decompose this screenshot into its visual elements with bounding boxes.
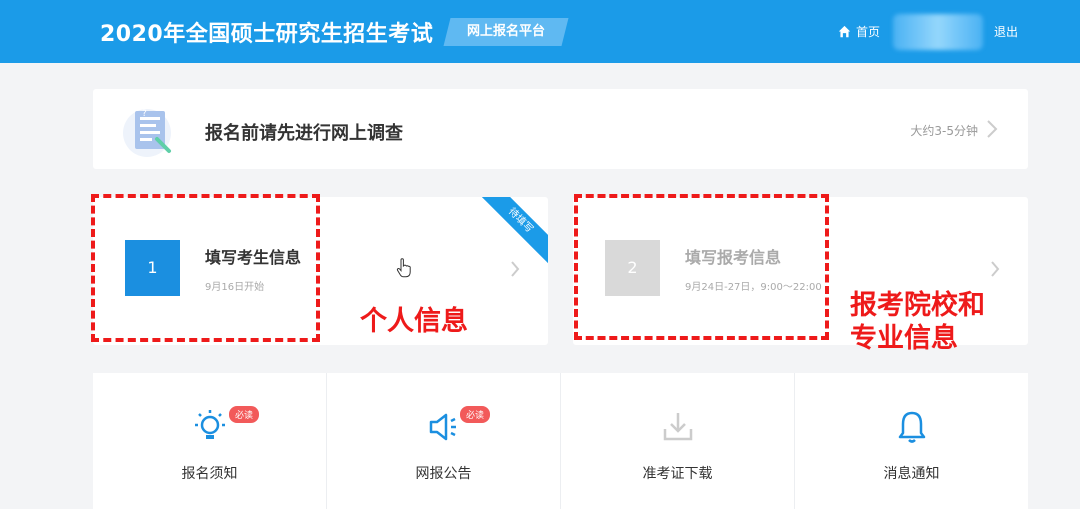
chevron-right-icon [511, 261, 520, 277]
tile-label: 消息通知 [883, 466, 940, 482]
site-title: 2020年全国硕士研究生招生考试 [100, 22, 434, 47]
must-read-badge: 必读 [229, 406, 260, 423]
home-link[interactable]: 首页 [838, 23, 880, 40]
annotation-line: 专业信息 [850, 322, 958, 354]
logout-link[interactable]: 退出 [994, 23, 1018, 40]
tile-label: 网报公告 [415, 466, 472, 482]
top-header: 2020年全国硕士研究生招生考试 网上报名平台 首页 退出 [0, 0, 1080, 63]
survey-title: 报名前请先进行网上调查 [205, 123, 403, 144]
tile-admission-ticket-download[interactable]: 准考证下载 [561, 373, 794, 509]
tile-label: 报名须知 [181, 466, 238, 482]
megaphone-icon [429, 413, 456, 441]
tile-message-notifications[interactable]: 消息通知 [795, 373, 1028, 509]
tile-registration-notice[interactable]: 必读 报名须知 [93, 373, 326, 509]
lightbulb-icon [194, 410, 225, 439]
quick-links-row: 必读 报名须知 必读 网报公告 准考证下载 消息通知 [93, 373, 1028, 509]
bell-icon [898, 411, 925, 443]
survey-banner[interactable]: ? 报名前请先进行网上调查 大约3-5分钟 [93, 89, 1028, 169]
survey-illustration-icon: ? [123, 109, 171, 157]
must-read-badge: 必读 [460, 406, 491, 423]
annotation-school-major-info: 报考院校和 专业信息 [850, 290, 985, 356]
user-name-blurred [893, 14, 983, 50]
annotation-box-personal [91, 194, 320, 342]
chevron-right-icon [987, 120, 998, 138]
download-icon [663, 413, 692, 441]
annotation-box-school [574, 194, 829, 340]
platform-badge: 网上报名平台 [443, 18, 569, 46]
chevron-right-icon [991, 261, 1000, 277]
home-link-label: 首页 [856, 25, 881, 39]
annotation-personal-info: 个人信息 [360, 306, 468, 337]
hand-cursor-icon [396, 258, 411, 278]
platform-badge-label: 网上报名平台 [466, 24, 545, 39]
tile-announcements[interactable]: 必读 网报公告 [327, 373, 560, 509]
svg-text:?: ? [142, 109, 147, 119]
annotation-line: 报考院校和 [850, 290, 985, 321]
tile-label: 准考证下载 [642, 466, 713, 482]
survey-duration: 大约3-5分钟 [910, 124, 978, 138]
status-ribbon: 待填写 [474, 197, 548, 267]
home-icon [838, 25, 851, 38]
